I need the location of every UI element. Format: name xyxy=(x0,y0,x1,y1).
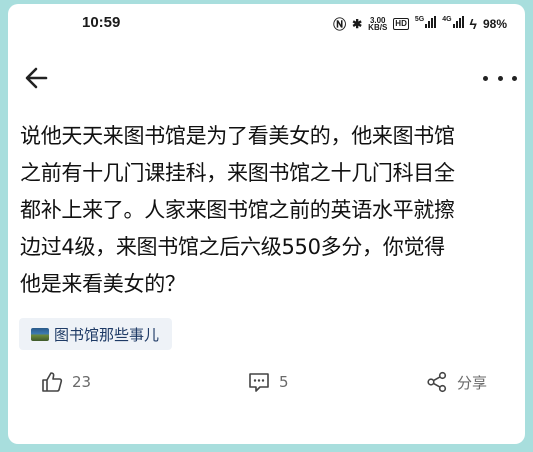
app-screen: 10:59 Ⓝ ✱ 3.00 KB/S HD 5G 4G ϟ 98% 说他天天来… xyxy=(8,4,525,444)
like-button[interactable]: 23 xyxy=(41,371,91,393)
post-line: 都补上来了。人家来图书馆之前的英语水平就擦 xyxy=(20,198,455,222)
sim2-signal-icon: 4G xyxy=(442,16,464,31)
post-line: 说他天天来图书馆是为了看美女的，他来图书馆 xyxy=(20,124,455,148)
post-line: 他是来看美女的？ xyxy=(20,272,186,296)
share-label: 分享 xyxy=(457,373,488,392)
top-nav xyxy=(8,60,525,100)
hd-badge: HD xyxy=(393,17,409,30)
thumbs-up-icon xyxy=(42,372,63,392)
nfc-icon: Ⓝ xyxy=(333,17,347,32)
sim2-network-type: 4G xyxy=(442,16,452,23)
back-button[interactable] xyxy=(22,62,54,94)
battery-level: 98% xyxy=(482,16,507,31)
comment-count: 5 xyxy=(279,373,289,391)
post-body: 说他天天来图书馆是为了看美女的，他来图书馆 之前有十几门课挂科，来图书馆之十几门… xyxy=(20,118,520,303)
network-speed: 3.00 KB/S xyxy=(368,16,388,32)
post-line: 边过4级，来图书馆之后六级550多分，你觉得 xyxy=(20,235,445,259)
more-options-button[interactable] xyxy=(483,68,517,88)
sim1-network-type: 5G xyxy=(414,16,425,23)
topic-thumbnail xyxy=(31,327,49,341)
comment-icon xyxy=(249,373,269,392)
like-count: 23 xyxy=(72,373,92,391)
more-dot-icon xyxy=(512,75,517,81)
post-line: 之前有十几门课挂科，来图书馆之十几门科目全 xyxy=(20,161,455,185)
charging-icon: ϟ xyxy=(469,15,477,32)
status-bar: 10:59 Ⓝ ✱ 3.00 KB/S HD 5G 4G ϟ 98% xyxy=(8,4,525,40)
status-icons: Ⓝ ✱ 3.00 KB/S HD 5G 4G ϟ 98% xyxy=(333,14,507,33)
share-button[interactable]: 分享 xyxy=(426,371,487,393)
network-speed-unit: KB/S xyxy=(368,22,388,32)
more-dot-icon xyxy=(483,75,488,81)
comment-button[interactable]: 5 xyxy=(248,371,289,393)
topic-tag[interactable]: 图书馆那些事儿 xyxy=(19,318,173,350)
action-bar: 23 5 分享 xyxy=(8,371,525,403)
arrow-left-icon xyxy=(25,67,48,89)
bluetooth-icon: ✱ xyxy=(352,16,363,31)
more-dot-icon xyxy=(497,75,503,81)
share-icon xyxy=(427,371,447,393)
topic-tag-label: 图书馆那些事儿 xyxy=(54,325,160,344)
status-time: 10:59 xyxy=(82,14,121,31)
sim1-signal-icon: 5G xyxy=(414,16,437,31)
